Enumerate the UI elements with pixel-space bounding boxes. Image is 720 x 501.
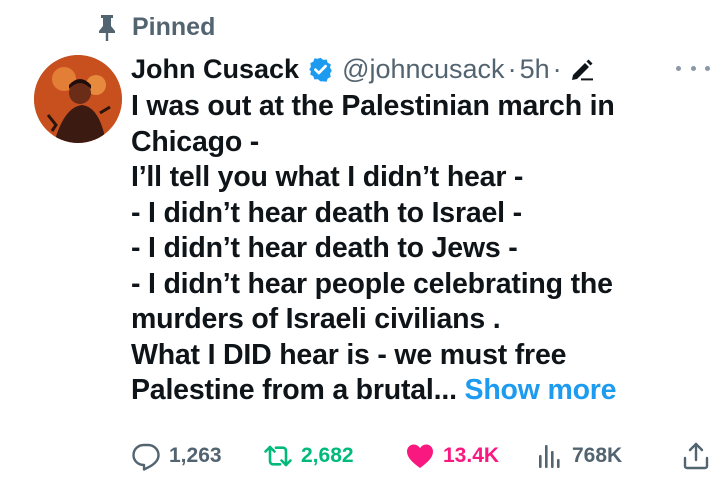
views-chart-icon [534, 441, 564, 471]
action-bar: 1,263 2,682 13.4K 768K [131, 436, 711, 476]
edit-pencil-icon[interactable] [569, 56, 595, 82]
retweet-icon [263, 441, 293, 471]
tweet-text: I was out at the Palestinian march in Ch… [131, 89, 701, 409]
retweet-button[interactable]: 2,682 [263, 436, 354, 476]
heart-icon [405, 441, 435, 471]
reply-button[interactable]: 1,263 [131, 436, 222, 476]
show-more-link[interactable]: Show more [465, 374, 617, 406]
tweet-text-line: - I didn’t hear people celebrating the [131, 267, 613, 300]
like-button[interactable]: 13.4K [405, 436, 499, 476]
more-options-icon[interactable] [676, 58, 710, 78]
pinned-indicator: Pinned [94, 10, 215, 44]
tweet-text-line: I was out at the Palestinian march in [131, 90, 615, 122]
share-icon [681, 441, 711, 471]
tweet-text-line: What I DID hear is - we must free [131, 338, 567, 371]
tweet-text-line: - I didn’t hear death to Jews - [131, 232, 518, 264]
tweet-text-line: Chicago - [131, 125, 260, 158]
tweet-text-truncated: Palestine from a brutal... [131, 374, 457, 406]
share-button[interactable] [681, 436, 711, 476]
pinned-label: Pinned [132, 12, 216, 41]
tweet-text-last-line: Palestine from a brutal... Show more [131, 373, 701, 409]
tweet-header: John Cusack @johncusack · 5h · [131, 52, 595, 86]
reply-count: 1,263 [169, 444, 222, 467]
tweet-text-line: murders of Israeli civilians . [131, 303, 501, 335]
avatar[interactable] [34, 55, 122, 143]
timestamp[interactable]: 5h [520, 54, 550, 85]
tweet-text-line: I’ll tell you what I didn’t hear - [131, 161, 524, 193]
author-handle[interactable]: @johncusack [342, 54, 505, 85]
separator-dot: · [507, 53, 517, 84]
pin-icon [94, 12, 120, 42]
verified-badge-icon [307, 56, 334, 83]
like-count: 13.4K [443, 444, 500, 467]
views-count: 768K [572, 444, 623, 467]
tweet-text-line: - I didn’t hear death to Israel - [131, 196, 522, 229]
author-name[interactable]: John Cusack [131, 54, 299, 85]
views-button[interactable]: 768K [534, 436, 622, 476]
separator-dot: · [552, 53, 562, 84]
reply-icon [131, 441, 161, 471]
retweet-count: 2,682 [301, 444, 354, 467]
